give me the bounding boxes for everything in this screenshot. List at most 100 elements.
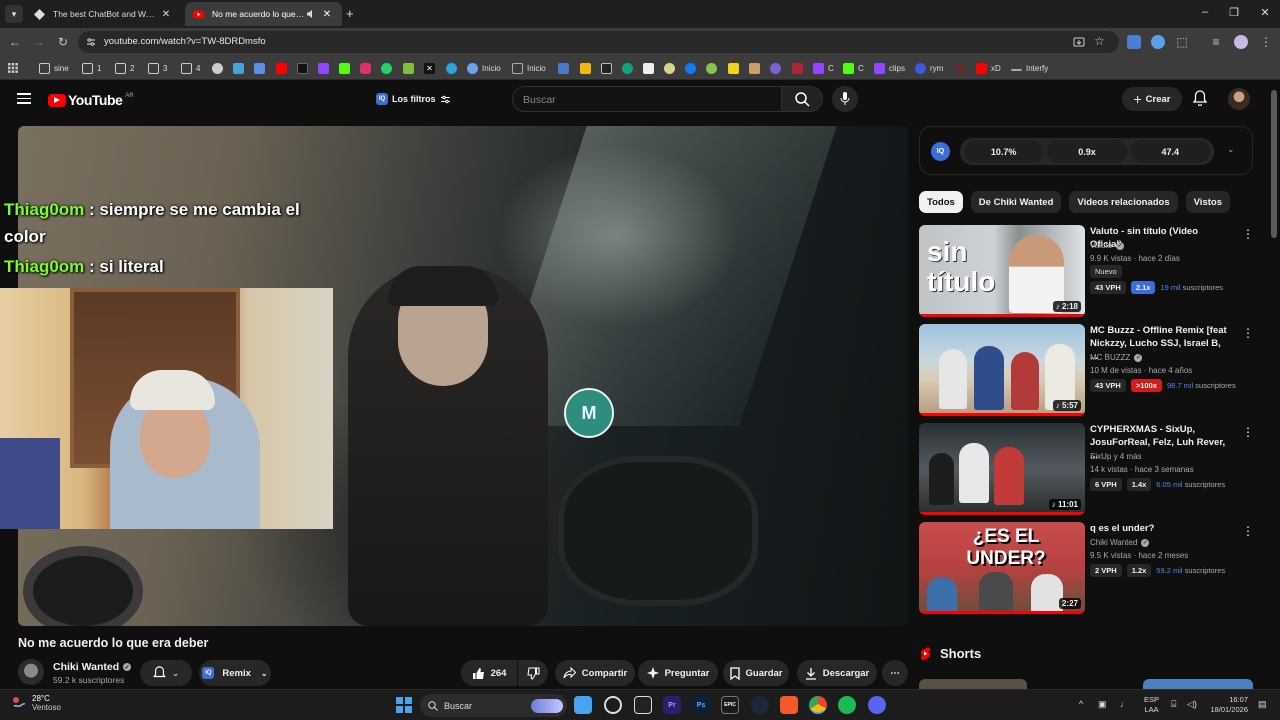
close-window-button[interactable]: ✕	[1250, 6, 1280, 19]
tray-app-icon[interactable]: ▣	[1098, 699, 1107, 710]
bookmark-site[interactable]	[403, 60, 418, 76]
iq-stat-score[interactable]: 47.4	[1130, 140, 1210, 163]
weather-widget[interactable]: 28°C Ventoso	[12, 694, 61, 712]
video-thumbnail[interactable]: ♪ 11:01	[919, 423, 1085, 515]
bookmark-folder-1[interactable]: 1	[82, 60, 101, 76]
chip-all[interactable]: Todos	[919, 191, 963, 213]
channel-name[interactable]: Chiki Wanted ✓	[53, 661, 132, 673]
recommendation-item[interactable]: sin título ♪ 2:18 Valuto - sin título (V…	[919, 225, 1254, 317]
ask-button[interactable]: Preguntar	[638, 660, 718, 686]
menu-dots-icon[interactable]: ⋮	[1259, 35, 1273, 49]
chip-watched[interactable]: Vistos	[1185, 191, 1230, 213]
filters-button[interactable]: IQ Los filtros	[376, 90, 450, 108]
steam-app-icon[interactable]	[751, 696, 769, 714]
video-thumbnail[interactable]: sin título ♪ 2:18	[919, 225, 1085, 317]
taskbar-search[interactable]: Buscar	[420, 694, 567, 717]
apps-grid-icon[interactable]	[8, 60, 18, 76]
chevron-down-icon[interactable]: ⌄	[1227, 144, 1235, 155]
share-button[interactable]: Compartir	[555, 660, 635, 686]
bookmark-xd[interactable]: xD	[976, 60, 1001, 76]
bookmark-site[interactable]	[601, 60, 616, 76]
close-tab-icon[interactable]: ✕	[159, 9, 173, 20]
discord-app-icon[interactable]	[868, 696, 886, 714]
forward-icon[interactable]: →	[32, 35, 46, 49]
maximize-button[interactable]: ❐	[1219, 6, 1249, 19]
bookmark-folder-2[interactable]: 2	[115, 60, 134, 76]
chip-channel[interactable]: De Chiki Wanted	[970, 191, 1062, 213]
iq-stat-percentage[interactable]: 10.7%	[964, 140, 1044, 163]
microphone-tray-icon[interactable]: ♩	[1120, 699, 1129, 709]
menu-hamburger-icon[interactable]	[17, 93, 31, 104]
bookmark-site[interactable]	[212, 60, 227, 76]
short-thumbnail[interactable]	[919, 679, 1027, 689]
recommendation-item[interactable]: ♪ 5:57 MC Buzzz - Offline Remix [feat Ni…	[919, 324, 1254, 416]
epic-games-app-icon[interactable]: EPIC	[721, 696, 739, 714]
recommendation-item[interactable]: ¿ES EL UNDER? 2:27 q es el under? Chiki …	[919, 522, 1254, 614]
install-app-icon[interactable]	[1073, 36, 1085, 48]
bookmark-clips[interactable]: clips	[874, 60, 905, 76]
tab-chatbot[interactable]: The best ChatBot and Widgets ✕	[26, 2, 181, 26]
bookmark-site[interactable]	[254, 60, 269, 76]
reload-icon[interactable]: ↻	[56, 35, 70, 49]
bookmark-star-icon[interactable]: ☆	[1094, 34, 1105, 48]
bookmark-folder-4[interactable]: 4	[181, 60, 200, 76]
youtube-logo[interactable]: YouTube AR	[48, 92, 134, 108]
dislike-button[interactable]	[518, 660, 548, 686]
brave-app-icon[interactable]	[780, 696, 798, 714]
system-clock[interactable]: 16:07 18/01/2026	[1206, 695, 1248, 715]
bookmark-site[interactable]	[622, 60, 637, 76]
bookmark-site[interactable]	[580, 60, 595, 76]
bookmark-site[interactable]	[770, 60, 785, 76]
bookmark-kick-c[interactable]: C	[843, 60, 864, 76]
bookmark-site[interactable]	[955, 60, 970, 76]
input-language[interactable]: ESP LAA	[1144, 695, 1159, 715]
bookmark-rym[interactable]: rym	[915, 60, 943, 76]
create-button[interactable]: + Crear	[1122, 87, 1182, 111]
more-vertical-icon[interactable]: ⋮	[1242, 425, 1254, 439]
wifi-icon[interactable]: ⌸	[1171, 699, 1176, 710]
recommendation-title[interactable]: q es el under?	[1090, 522, 1230, 535]
bookmark-kick[interactable]	[339, 60, 354, 76]
reading-list-icon[interactable]: ≡	[1209, 35, 1223, 49]
bookmark-site[interactable]	[792, 60, 807, 76]
spotify-app-icon[interactable]	[838, 696, 856, 714]
bookmark-site[interactable]	[706, 60, 721, 76]
voice-search-button[interactable]	[832, 86, 858, 112]
bookmark-inicio[interactable]: Inicio	[467, 60, 501, 76]
more-vertical-icon[interactable]: ⋮	[1242, 524, 1254, 538]
channel-name[interactable]: MC BUZZZ ✓	[1090, 353, 1143, 362]
bookmark-site[interactable]	[643, 60, 658, 76]
bookmark-site[interactable]	[728, 60, 743, 76]
iq-stat-multiplier[interactable]: 0.9x	[1047, 140, 1127, 163]
like-button[interactable]: 264	[461, 660, 517, 686]
tab-youtube[interactable]: No me acuerdo lo que era d ✕	[185, 2, 342, 26]
back-icon[interactable]: ←	[8, 35, 22, 49]
site-info-icon[interactable]	[86, 37, 96, 47]
bookmark-interfy[interactable]: Interfy	[1011, 60, 1048, 76]
bookmark-twitch-c[interactable]: C	[813, 60, 834, 76]
taskbar-app-icon[interactable]	[634, 696, 652, 714]
channel-name[interactable]: Valuto ✓	[1090, 241, 1125, 250]
short-thumbnail[interactable]	[1143, 679, 1253, 689]
bookmark-twitch[interactable]	[318, 60, 333, 76]
page-scrollbar[interactable]	[1271, 90, 1277, 238]
more-vertical-icon[interactable]: ⋮	[1242, 227, 1254, 241]
video-thumbnail[interactable]: ¿ES EL UNDER? 2:27	[919, 522, 1085, 614]
notifications-icon[interactable]: ▤	[1258, 699, 1267, 710]
windows-start-icon[interactable]	[396, 697, 412, 713]
bookmark-site[interactable]	[558, 60, 573, 76]
translate-extension-icon[interactable]	[1127, 35, 1141, 49]
user-avatar[interactable]	[1228, 88, 1250, 110]
video-thumbnail[interactable]: ♪ 5:57	[919, 324, 1085, 416]
new-tab-button[interactable]: +	[346, 6, 354, 21]
search-button[interactable]	[781, 86, 823, 112]
tab-search-button[interactable]: ▾	[5, 5, 23, 23]
more-vertical-icon[interactable]: ⋮	[1242, 326, 1254, 340]
notifications-bell-icon[interactable]	[1193, 90, 1207, 106]
channel-name[interactable]: SixUp y 4 más	[1090, 452, 1142, 461]
bookmark-youtube[interactable]	[276, 60, 291, 76]
bookmark-whatsapp[interactable]	[381, 60, 396, 76]
bookmark-site[interactable]	[749, 60, 764, 76]
bookmark-site[interactable]	[664, 60, 679, 76]
minimize-button[interactable]: –	[1190, 6, 1220, 18]
